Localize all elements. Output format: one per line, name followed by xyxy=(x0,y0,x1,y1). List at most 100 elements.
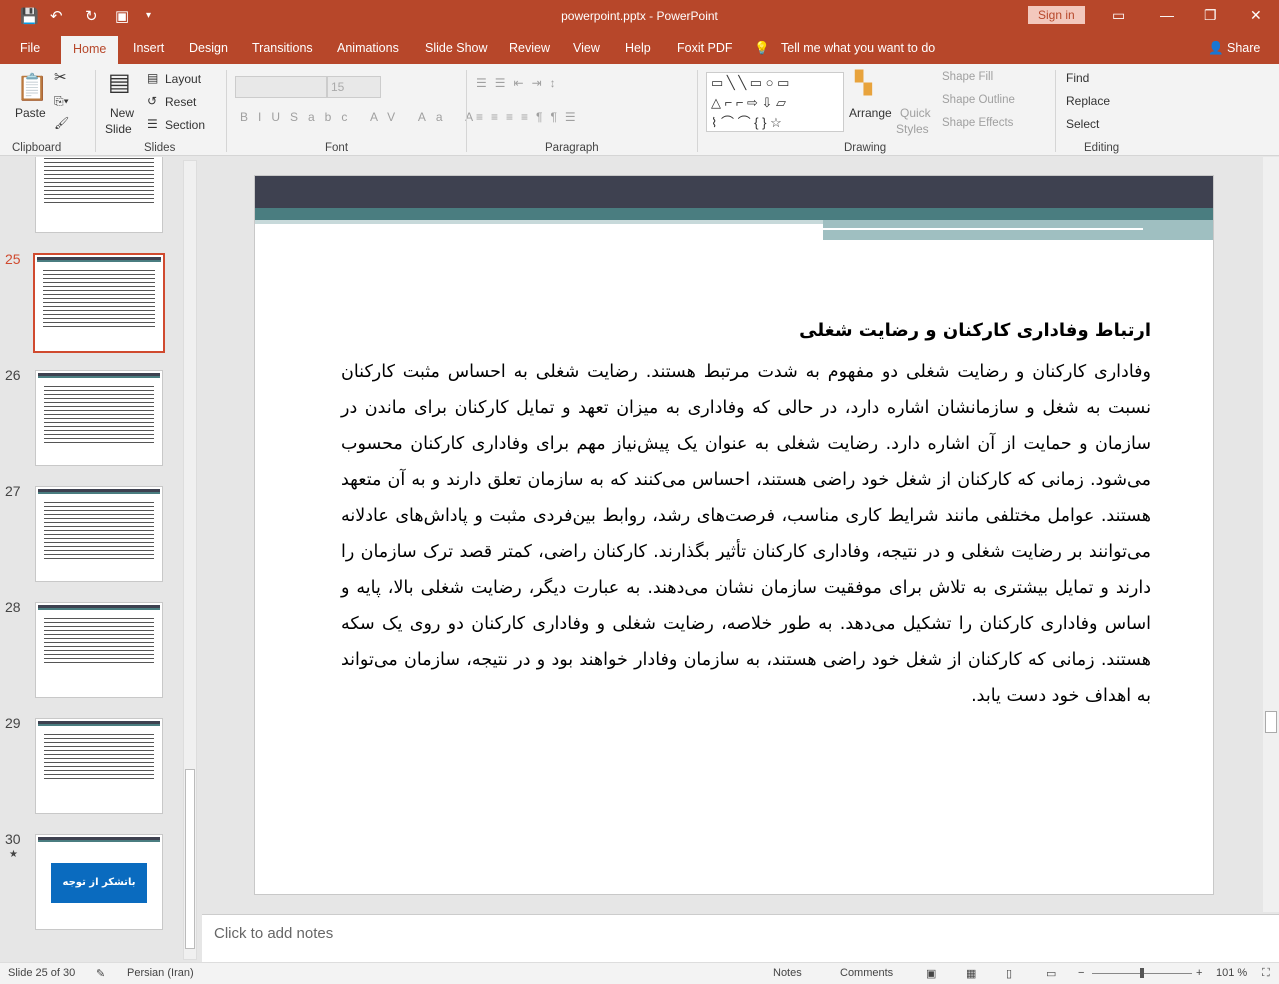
window-title: powerpoint.pptx - PowerPoint xyxy=(561,9,718,23)
section-icon: ☰ xyxy=(147,117,158,131)
editor-scrollbar[interactable] xyxy=(1263,157,1279,912)
tab-foxit-pdf[interactable]: Foxit PDF xyxy=(677,41,733,55)
font-family-dropdown[interactable] xyxy=(235,76,327,98)
tab-slide-show[interactable]: Slide Show xyxy=(425,41,488,55)
drawing-group-label: Drawing xyxy=(844,142,887,154)
slide-thumbnail[interactable] xyxy=(35,370,163,466)
comments-button[interactable]: Comments xyxy=(840,967,893,979)
arrange-icon[interactable]: ▚ xyxy=(855,70,872,96)
zoom-out-button[interactable]: − xyxy=(1078,967,1084,979)
slide-title[interactable]: ارتباط وفاداری کارکنان و رضایت شغلی xyxy=(799,320,1151,341)
reading-view-icon[interactable]: ▯ xyxy=(1006,967,1012,980)
maximize-button[interactable]: ❐ xyxy=(1204,7,1217,24)
tab-file[interactable]: File xyxy=(20,41,40,55)
font-format-buttons[interactable]: BIUSabc AV Aa A xyxy=(240,110,483,124)
share-button[interactable]: Share xyxy=(1227,41,1260,55)
format-painter-icon[interactable]: 🖌 xyxy=(54,116,69,130)
slide-number: 29 xyxy=(5,715,21,731)
editing-group-label: Editing xyxy=(1084,142,1120,154)
tab-help[interactable]: Help xyxy=(625,41,651,55)
thumbnails-scrollbar[interactable] xyxy=(183,160,197,960)
copy-icon[interactable]: ⎘▾ xyxy=(54,94,69,109)
slide-number: 26 xyxy=(5,367,21,383)
arrange-button[interactable]: Arrange xyxy=(849,106,892,120)
shape-outline-button[interactable]: Shape Outline xyxy=(942,94,1015,106)
header-line-white xyxy=(823,228,1143,230)
slideshow-icon[interactable]: ▭ xyxy=(1046,967,1056,980)
header-band-light xyxy=(823,220,1213,240)
slide-body-text[interactable]: وفاداری کارکنان و رضایت شغلی دو مفهوم به… xyxy=(341,354,1151,714)
slide-number: 28 xyxy=(5,599,21,615)
thanks-button-shape: باتشکر از توجه شما xyxy=(51,863,147,928)
zoom-slider[interactable] xyxy=(1092,968,1192,978)
ribbon: 📋 Paste ✂ ⎘▾ 🖌 Clipboard ▤ New Slide ▤ L… xyxy=(0,64,1279,156)
tab-design[interactable]: Design xyxy=(189,41,228,55)
shape-fill-button[interactable]: Shape Fill xyxy=(942,71,993,83)
paste-button[interactable]: Paste xyxy=(15,106,46,120)
paragraph-group-label: Paragraph xyxy=(545,142,599,154)
tab-insert[interactable]: Insert xyxy=(133,41,164,55)
quick-styles-button[interactable]: Quick xyxy=(900,106,931,120)
find-button[interactable]: Find xyxy=(1066,71,1089,85)
lightbulb-icon: 💡 xyxy=(754,41,770,55)
close-button[interactable]: ✕ xyxy=(1250,7,1262,24)
header-band-dark xyxy=(255,176,1213,208)
new-slide-icon[interactable]: ▤ xyxy=(108,68,131,97)
layout-button[interactable]: Layout xyxy=(165,72,201,86)
alignment-buttons[interactable]: ≡≡≡≡¶¶☰ xyxy=(476,110,584,124)
slide-thumbnails-pane: 25 26 27 28 29 30 ★ باتشکر از توجه شما xyxy=(0,157,200,962)
shape-effects-button[interactable]: Shape Effects xyxy=(942,117,1013,129)
quick-styles-label2[interactable]: Styles xyxy=(896,122,929,136)
layout-icon: ▤ xyxy=(147,71,159,85)
new-slide-button[interactable]: New xyxy=(110,106,134,120)
slide-thumbnail[interactable] xyxy=(35,602,163,698)
bullets-buttons[interactable]: ☰☰⇤⇥↕ xyxy=(476,76,564,90)
header-line xyxy=(255,220,823,224)
tab-animations[interactable]: Animations xyxy=(337,41,399,55)
notes-placeholder[interactable]: Click to add notes xyxy=(214,925,333,942)
fit-slide-icon[interactable]: ⛶ xyxy=(1262,967,1270,980)
slide-thumbnail-selected[interactable] xyxy=(33,253,165,353)
new-slide-label2[interactable]: Slide xyxy=(105,122,132,136)
select-button[interactable]: Select xyxy=(1066,117,1099,131)
tab-review[interactable]: Review xyxy=(509,41,550,55)
section-button[interactable]: Section xyxy=(165,118,205,132)
notes-pane[interactable]: Click to add notes xyxy=(202,914,1279,962)
paste-icon[interactable]: 📋 xyxy=(16,72,48,103)
tell-me-search[interactable]: Tell me what you want to do xyxy=(781,41,935,55)
cut-icon[interactable]: ✂ xyxy=(54,68,67,86)
ribbon-display-icon[interactable]: ▭ xyxy=(1112,7,1125,24)
font-group-label: Font xyxy=(325,142,349,154)
slide-number: 27 xyxy=(5,483,21,499)
slide-counter: Slide 25 of 30 xyxy=(8,967,76,979)
sign-in-button[interactable]: Sign in xyxy=(1028,6,1085,24)
zoom-level[interactable]: 101 % xyxy=(1216,967,1247,979)
font-size-dropdown[interactable]: 15 xyxy=(327,76,381,98)
ribbon-tabs: File Home Insert Design Transitions Anim… xyxy=(0,34,1279,64)
slide-thumbnail[interactable] xyxy=(35,157,163,233)
slide-thumbnail[interactable] xyxy=(35,718,163,814)
reset-button[interactable]: Reset xyxy=(165,95,196,109)
tab-view[interactable]: View xyxy=(573,41,600,55)
minimize-button[interactable]: — xyxy=(1160,7,1174,23)
slide-thumbnail[interactable]: باتشکر از توجه شما xyxy=(35,834,163,930)
slide-number: 25 xyxy=(5,251,21,267)
tab-home[interactable]: Home xyxy=(61,36,119,64)
shapes-gallery[interactable]: ▭ ╲ ╲ ▭ ○ ▭ △ ⌐ ⌐ ⇨ ⇩ ▱ ⌇ ⌒ ⌒ { } ☆ xyxy=(706,72,844,132)
language-indicator[interactable]: Persian (Iran) xyxy=(127,967,194,979)
clipboard-group-label: Clipboard xyxy=(12,142,62,154)
replace-button[interactable]: Replace xyxy=(1066,94,1110,108)
tab-transitions[interactable]: Transitions xyxy=(252,41,313,55)
slide-sorter-icon[interactable]: ▦ xyxy=(966,967,976,980)
normal-view-icon[interactable]: ▣ xyxy=(926,967,936,980)
zoom-in-button[interactable]: + xyxy=(1196,967,1202,979)
spellcheck-icon[interactable]: ✎ xyxy=(96,967,105,980)
slide-canvas[interactable]: ارتباط وفاداری کارکنان و رضایت شغلی وفاد… xyxy=(254,175,1214,895)
slide-thumbnail[interactable] xyxy=(35,486,163,582)
animation-star-icon: ★ xyxy=(9,849,18,860)
notes-button[interactable]: Notes xyxy=(773,967,802,979)
title-bar: 💾 ↶ ↻ ▣ ▾ powerpoint.pptx - PowerPoint S… xyxy=(0,0,1279,34)
slides-group-label: Slides xyxy=(144,142,176,154)
header-band-teal xyxy=(255,208,1213,220)
reset-icon: ↺ xyxy=(147,94,158,108)
